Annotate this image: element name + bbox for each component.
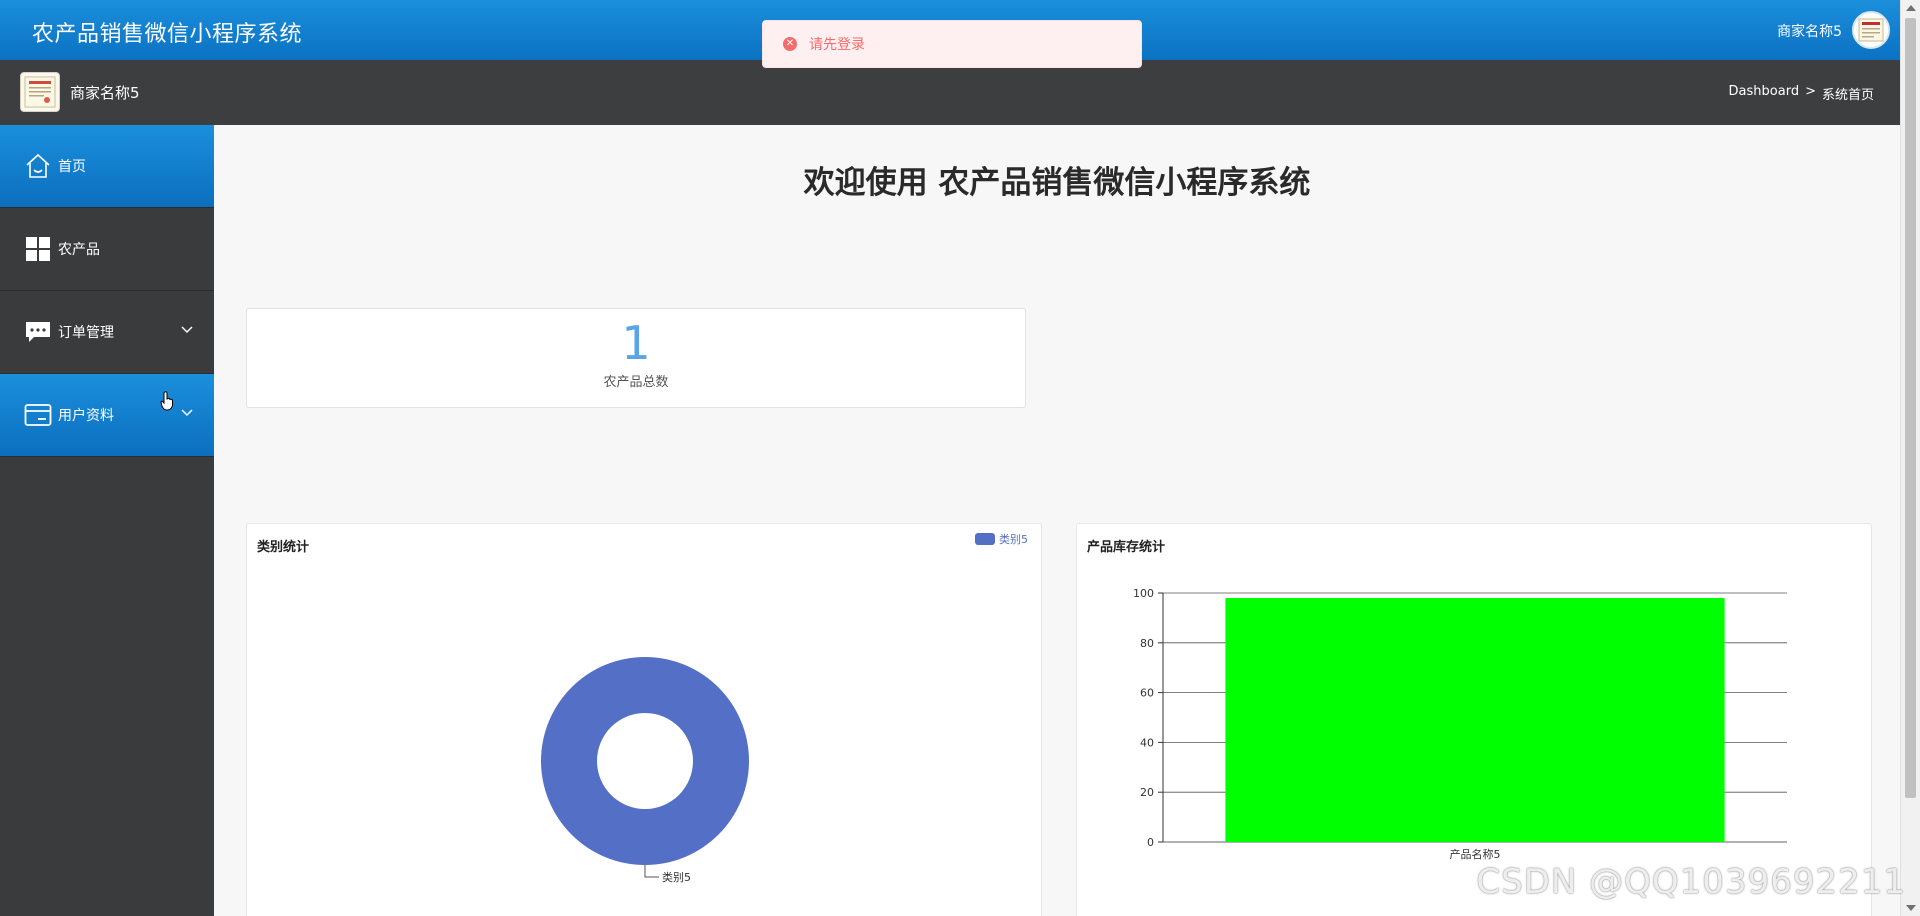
home-icon — [24, 152, 52, 180]
legend-label[interactable]: 类别5 — [999, 532, 1028, 546]
main-content: 欢迎使用 农产品销售微信小程序系统 1 农产品总数 类别统计 类别5 类别5 产品… — [214, 125, 1900, 916]
store-name: 商家名称5 — [70, 84, 140, 102]
store-avatar — [20, 72, 60, 112]
sidebar-item-home[interactable]: 首页 — [0, 125, 214, 208]
breadcrumb-separator: > — [1805, 84, 1816, 99]
breadcrumb-current: 系统首页 — [1821, 88, 1874, 103]
header-user-name[interactable]: 商家名称5 — [1777, 21, 1842, 41]
legend-swatch[interactable] — [975, 533, 995, 545]
scroll-up-arrow-icon[interactable] — [1906, 5, 1916, 11]
sidebar-item-orders[interactable]: 订单管理 — [0, 291, 214, 374]
x-tick-label: 产品名称5 — [1450, 847, 1501, 861]
y-tick-label: 40 — [1140, 736, 1154, 749]
category-donut-chart: 类别5 类别5 — [541, 532, 1028, 884]
app-title: 农产品销售微信小程序系统 — [32, 22, 303, 47]
chevron-down-icon — [181, 409, 193, 417]
grid-icon — [24, 235, 52, 263]
scrollbar-thumb[interactable] — [1905, 18, 1916, 798]
y-tick-label: 80 — [1140, 637, 1154, 650]
breadcrumb: Dashboard > 系统首页 — [1729, 84, 1874, 103]
page-title: 欢迎使用 农产品销售微信小程序系统 — [803, 165, 1311, 201]
slice-label-line — [644, 865, 659, 878]
stock-bar-chart: 0 20 40 60 80 100 产品名称5 — [1133, 587, 1787, 861]
sidebar-item-products[interactable]: 农产品 — [0, 208, 214, 291]
scroll-down-arrow-icon[interactable] — [1906, 905, 1916, 911]
y-tick-label: 20 — [1140, 786, 1154, 799]
login-toast: ✕ 请先登录 — [762, 20, 1142, 68]
sidebar-item-label: 用户资料 — [58, 408, 114, 424]
donut-slice[interactable] — [541, 657, 749, 865]
stat-value: 1 — [621, 316, 651, 370]
sidebar-item-profile[interactable]: 用户资料 — [0, 374, 214, 457]
stat-label: 农产品总数 — [603, 375, 669, 390]
card-icon — [24, 401, 52, 429]
page-scrollbar[interactable] — [1900, 0, 1920, 916]
header-avatar[interactable] — [1852, 11, 1890, 49]
category-chart-card: 类别统计 类别5 类别5 — [246, 523, 1042, 916]
bar[interactable] — [1225, 597, 1725, 842]
watermark: CSDN @QQ1039692211 — [1476, 862, 1906, 902]
y-tick-label: 0 — [1147, 836, 1154, 849]
error-circle-icon: ✕ — [783, 37, 797, 51]
sidebar: 首页 农产品 订单管理 用户资料 — [0, 125, 214, 916]
mouse-cursor-icon — [160, 391, 173, 411]
chevron-down-icon — [181, 326, 193, 334]
sidebar-item-label: 订单管理 — [58, 325, 114, 341]
stock-chart-card: 产品库存统计 0 20 40 60 80 100 产品名称5 — [1076, 523, 1872, 916]
sub-header: 商家名称5 Dashboard > 系统首页 — [0, 60, 1900, 125]
slice-label: 类别5 — [662, 870, 691, 884]
toast-message: 请先登录 — [809, 37, 865, 53]
y-tick-label: 60 — [1140, 687, 1154, 700]
sidebar-item-label: 农产品 — [58, 242, 100, 258]
breadcrumb-dashboard[interactable]: Dashboard — [1729, 84, 1800, 103]
chat-icon — [24, 318, 52, 346]
sidebar-item-label: 首页 — [58, 159, 86, 175]
y-tick-label: 100 — [1133, 587, 1154, 600]
stat-card-product-total: 1 农产品总数 — [246, 308, 1026, 408]
